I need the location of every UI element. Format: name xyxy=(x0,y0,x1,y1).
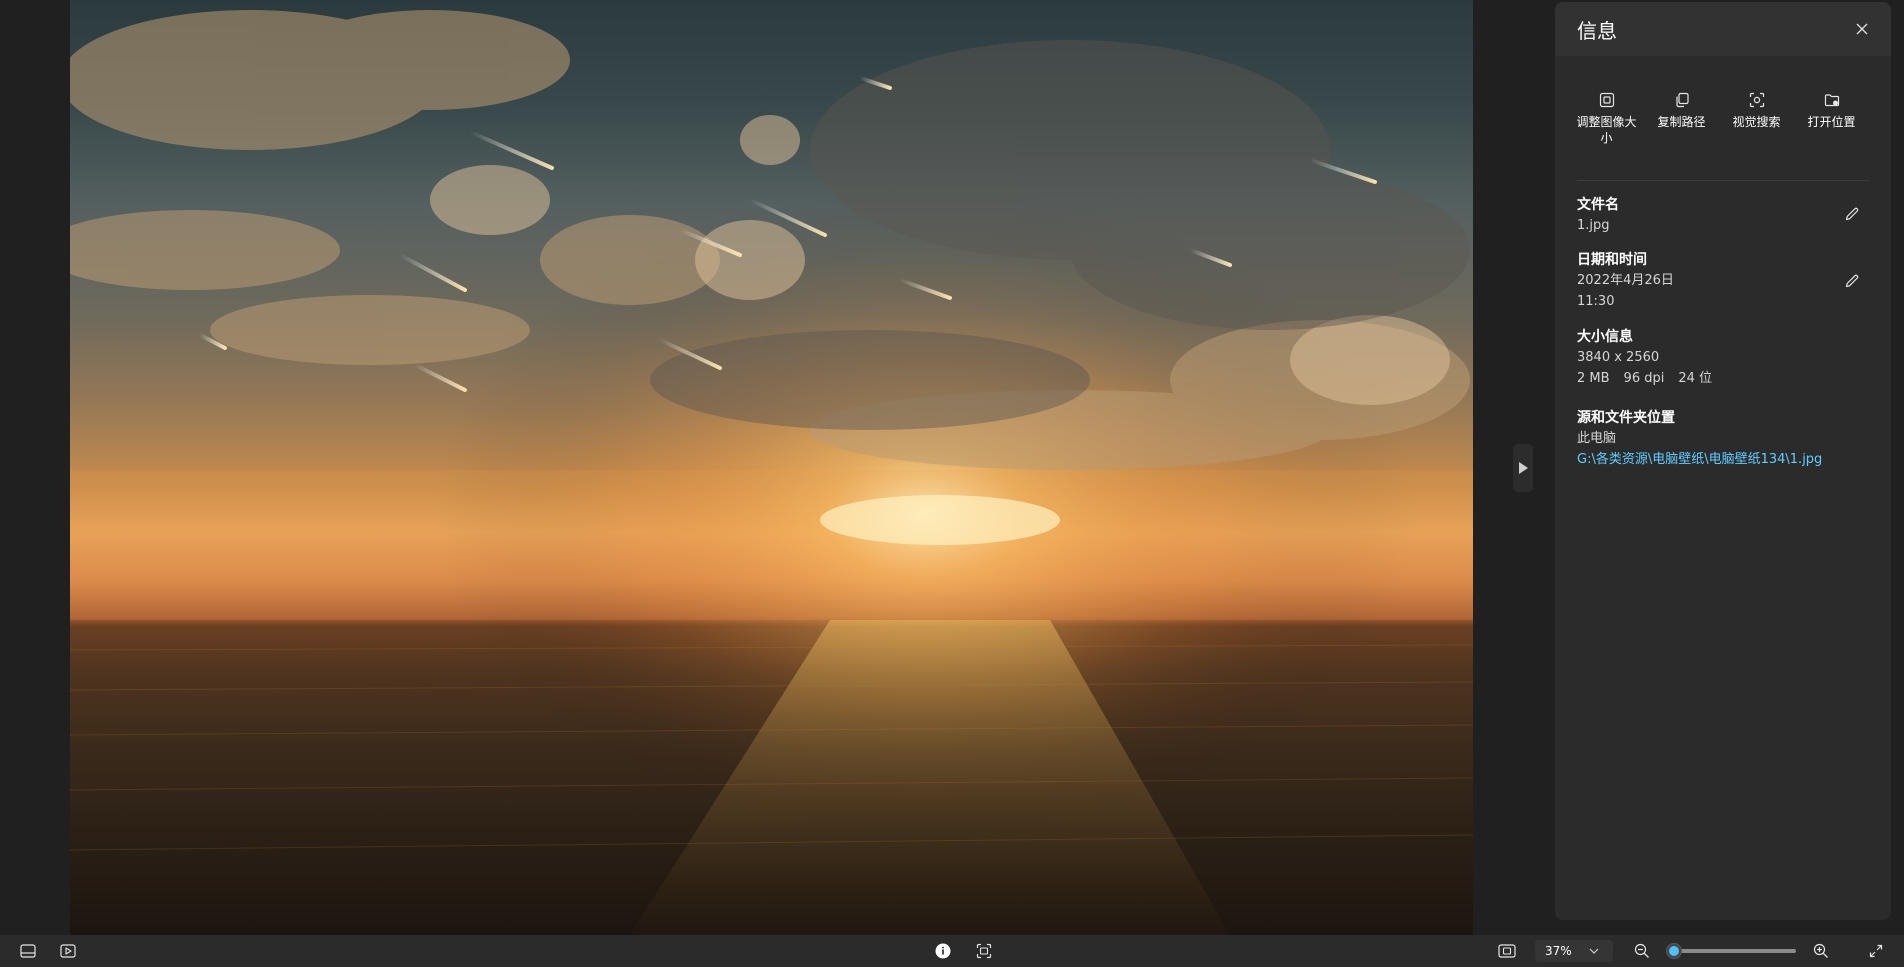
filmstrip-button[interactable] xyxy=(12,935,44,967)
date-time-section: 日期和时间 2022年4月26日 11:30 xyxy=(1577,250,1869,312)
action-row: 调整图像大小 复制路径 视觉搜索 打开位置 xyxy=(1569,90,1877,154)
actual-size-button[interactable] xyxy=(1491,935,1523,967)
expand-icon xyxy=(1869,944,1883,958)
photo-image[interactable] xyxy=(70,0,1473,935)
copy-path-label: 复制路径 xyxy=(1657,115,1706,129)
dpi-value: 96 dpi xyxy=(1623,371,1665,386)
dimensions-value: 3840 x 2560 xyxy=(1577,350,1660,365)
date-value: 2022年4月26日 xyxy=(1577,273,1674,288)
size-info-title: 大小信息 xyxy=(1577,329,1633,345)
slideshow-button[interactable] xyxy=(52,935,84,967)
actual-size-icon xyxy=(1498,944,1516,958)
visual-search-icon xyxy=(1749,92,1764,108)
visual-search-button[interactable]: 视觉搜索 xyxy=(1719,90,1794,154)
info-icon xyxy=(935,943,951,959)
file-size-value: 2 MB xyxy=(1577,371,1610,386)
photos-app: 信息 调整图像大小 复制路径 视觉搜索 打开位置 文件名 1.jpg 日期和时间… xyxy=(0,0,1904,967)
zoom-slider-thumb[interactable] xyxy=(1666,943,1682,959)
resize-image-button[interactable]: 调整图像大小 xyxy=(1569,90,1644,154)
fullscreen-button[interactable] xyxy=(1860,935,1892,967)
file-name-section: 文件名 1.jpg xyxy=(1577,195,1869,236)
chevron-down-icon xyxy=(1589,948,1599,954)
close-icon xyxy=(1856,23,1868,35)
visual-search-toolbar-button[interactable] xyxy=(968,935,1000,967)
filmstrip-icon xyxy=(20,944,36,958)
zoom-in-button[interactable] xyxy=(1805,935,1837,967)
panel-header: 信息 xyxy=(1555,2,1891,56)
resize-image-icon xyxy=(1599,92,1614,108)
source-section: 源和文件夹位置 此电脑 G:\各类资源\电脑壁纸\电脑壁纸134\1.jpg xyxy=(1577,408,1869,470)
folder-open-icon xyxy=(1824,94,1839,107)
pencil-icon xyxy=(1845,274,1859,288)
zoom-dropdown[interactable]: 37% xyxy=(1535,940,1613,962)
bit-depth-value: 24 位 xyxy=(1678,371,1713,386)
zoom-in-icon xyxy=(1813,943,1828,958)
edit-file-name-button[interactable] xyxy=(1840,202,1864,226)
info-panel: 信息 调整图像大小 复制路径 视觉搜索 打开位置 文件名 1.jpg 日期和时间… xyxy=(1555,2,1891,920)
source-title: 源和文件夹位置 xyxy=(1577,410,1675,426)
resize-image-label: 调整图像大小 xyxy=(1576,115,1637,145)
zoom-out-icon xyxy=(1634,943,1649,958)
close-button[interactable] xyxy=(1847,14,1877,44)
panel-title: 信息 xyxy=(1577,19,1617,43)
file-name-value: 1.jpg xyxy=(1577,218,1610,233)
size-info-section: 大小信息 3840 x 2560 2 MB 96 dpi 24 位 xyxy=(1577,327,1869,389)
pencil-icon xyxy=(1845,207,1859,221)
file-name-title: 文件名 xyxy=(1577,197,1619,213)
info-button[interactable] xyxy=(927,935,959,967)
edit-date-time-button[interactable] xyxy=(1840,269,1864,293)
copy-icon xyxy=(1675,92,1689,108)
bottom-toolbar: 37% xyxy=(0,935,1904,967)
date-time-title: 日期和时间 xyxy=(1577,252,1647,268)
source-location: 此电脑 xyxy=(1577,431,1617,446)
panel-toggle-button[interactable] xyxy=(1513,444,1533,492)
time-value: 11:30 xyxy=(1577,294,1615,309)
zoom-value: 37% xyxy=(1545,944,1572,958)
zoom-slider[interactable] xyxy=(1666,943,1796,959)
file-spec-line: 2 MB 96 dpi 24 位 xyxy=(1577,368,1869,389)
open-location-button[interactable]: 打开位置 xyxy=(1794,90,1869,154)
slideshow-icon xyxy=(60,944,76,958)
photo-scenery xyxy=(70,0,1473,935)
visual-search-label: 视觉搜索 xyxy=(1732,115,1781,129)
zoom-out-button[interactable] xyxy=(1626,935,1658,967)
copy-path-button[interactable]: 复制路径 xyxy=(1644,90,1719,154)
open-location-label: 打开位置 xyxy=(1807,115,1856,129)
play-icon xyxy=(1519,462,1528,474)
scan-icon xyxy=(976,943,992,959)
divider xyxy=(1577,180,1869,181)
file-path-link[interactable]: G:\各类资源\电脑壁纸\电脑壁纸134\1.jpg xyxy=(1577,449,1869,470)
